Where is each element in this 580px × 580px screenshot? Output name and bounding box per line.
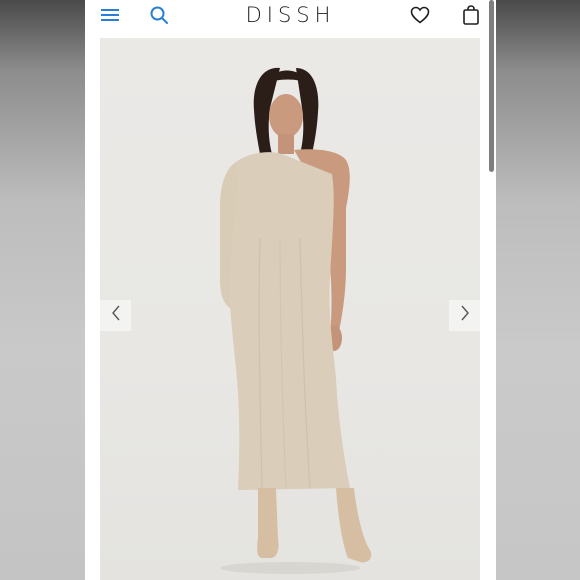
chevron-left-icon: [110, 304, 122, 327]
bag-icon[interactable]: [460, 4, 482, 26]
next-image-button[interactable]: [449, 300, 480, 331]
background-left: [0, 0, 85, 580]
scrollbar[interactable]: [489, 0, 494, 172]
heart-icon[interactable]: [409, 4, 431, 26]
previous-image-button[interactable]: [100, 300, 131, 331]
brand-logo[interactable]: DISSH: [85, 3, 496, 27]
chevron-right-icon: [459, 304, 471, 327]
background-right: [496, 0, 580, 580]
phone-screen: DISSH: [85, 0, 496, 580]
product-photo: [220, 67, 372, 574]
top-navigation-bar: DISSH: [85, 0, 496, 36]
product-image-carousel[interactable]: [100, 38, 480, 580]
